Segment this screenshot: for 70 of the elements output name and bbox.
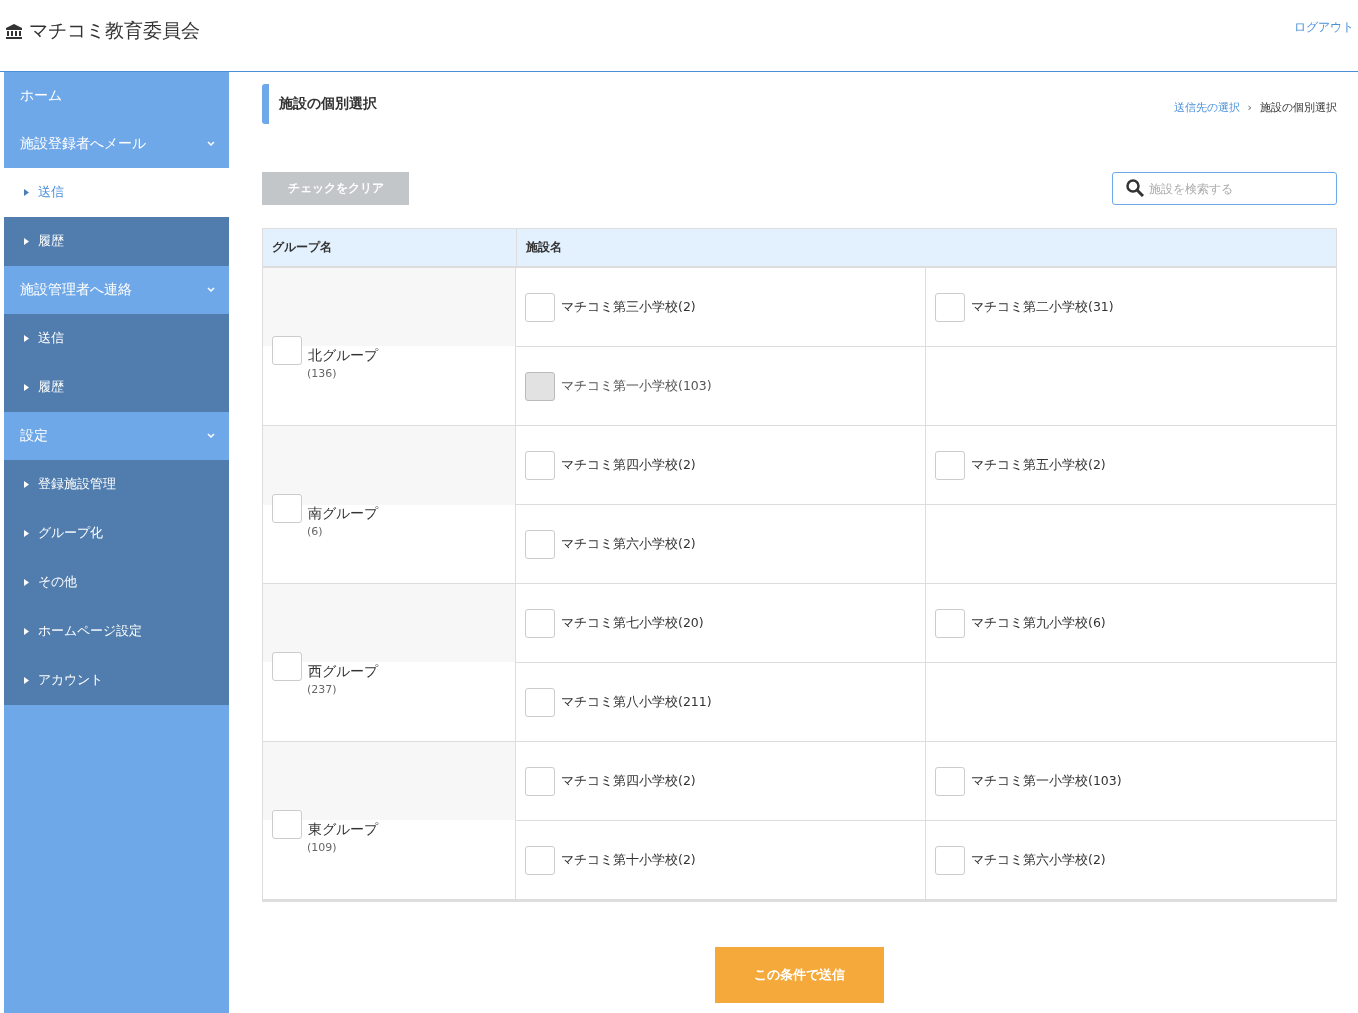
triangle-icon bbox=[24, 189, 29, 196]
breadcrumb-link[interactable]: 送信先の選択 bbox=[1173, 100, 1240, 115]
submit-button[interactable]: この条件で送信 bbox=[715, 947, 884, 1003]
checkbox[interactable] bbox=[935, 450, 965, 480]
sidebar-item[interactable]: その他 bbox=[4, 558, 229, 607]
checkbox[interactable] bbox=[272, 335, 302, 365]
sidebar-item[interactable]: グループ化 bbox=[4, 509, 229, 558]
facility-name: マチコミ第二小学校(31) bbox=[971, 298, 1114, 316]
triangle-icon bbox=[24, 481, 29, 488]
sidebar-item[interactable]: アカウント bbox=[4, 656, 229, 705]
triangle-icon bbox=[24, 530, 29, 537]
group-name: 南グループ bbox=[308, 504, 378, 523]
sidebar-item[interactable]: 送信 bbox=[4, 168, 229, 217]
checkbox[interactable] bbox=[935, 292, 965, 322]
facility-name: マチコミ第一小学校(103) bbox=[561, 377, 712, 395]
checkbox[interactable] bbox=[525, 292, 555, 322]
page-title: 施設の個別選択 bbox=[262, 84, 377, 124]
breadcrumb-current: 施設の個別選択 bbox=[1260, 100, 1337, 115]
facility-name: マチコミ第六小学校(2) bbox=[971, 851, 1106, 869]
triangle-icon bbox=[24, 335, 29, 342]
checkbox[interactable] bbox=[525, 450, 555, 480]
facility-name: マチコミ第九小学校(6) bbox=[971, 614, 1106, 632]
group-name: 西グループ bbox=[308, 662, 378, 681]
site-title: マチコミ教育委員会 bbox=[29, 18, 200, 43]
checkbox[interactable] bbox=[272, 809, 302, 839]
bank-icon bbox=[6, 23, 22, 39]
facility-name: マチコミ第一小学校(103) bbox=[971, 772, 1122, 790]
facility-name: マチコミ第三小学校(2) bbox=[561, 298, 696, 316]
chevron-icon bbox=[207, 287, 215, 293]
triangle-icon bbox=[24, 384, 29, 391]
group-count: (6) bbox=[307, 524, 324, 538]
checkbox[interactable] bbox=[525, 687, 555, 717]
chevron-icon bbox=[207, 141, 215, 147]
logout-link[interactable]: ログアウト bbox=[1294, 19, 1354, 36]
checkbox[interactable] bbox=[272, 493, 302, 523]
checkbox[interactable] bbox=[525, 529, 555, 559]
group-name: 東グループ bbox=[308, 820, 378, 839]
facility-name: マチコミ第四小学校(2) bbox=[561, 456, 696, 474]
checkbox[interactable] bbox=[525, 766, 555, 796]
facility-name: マチコミ第六小学校(2) bbox=[561, 535, 696, 553]
triangle-icon bbox=[24, 677, 29, 684]
group-count: (237) bbox=[307, 682, 338, 696]
facility-name: マチコミ第四小学校(2) bbox=[561, 772, 696, 790]
group-name: 北グループ bbox=[308, 346, 378, 365]
facility-name: マチコミ第五小学校(2) bbox=[971, 456, 1106, 474]
triangle-icon bbox=[24, 238, 29, 245]
sidebar-item[interactable]: 送信 bbox=[4, 314, 229, 363]
search-icon bbox=[1126, 179, 1144, 197]
sidebar-item[interactable]: 履歴 bbox=[4, 217, 229, 266]
facility-name: マチコミ第七小学校(20) bbox=[561, 614, 704, 632]
checkbox[interactable] bbox=[525, 608, 555, 638]
column-header: 施設名 bbox=[525, 239, 562, 256]
checkbox[interactable] bbox=[935, 845, 965, 875]
checkbox[interactable] bbox=[525, 845, 555, 875]
group-count: (109) bbox=[307, 840, 338, 854]
triangle-icon bbox=[24, 579, 29, 586]
sidebar-item[interactable]: ホームページ設定 bbox=[4, 607, 229, 656]
group-count: (136) bbox=[307, 366, 338, 380]
search-field[interactable]: 施設を検索する bbox=[1112, 172, 1337, 205]
triangle-icon bbox=[24, 628, 29, 635]
facility-name: マチコミ第十小学校(2) bbox=[561, 851, 696, 869]
checkbox[interactable] bbox=[272, 651, 302, 681]
breadcrumb-separator: › bbox=[1247, 101, 1252, 114]
sidebar-item[interactable]: 履歴 bbox=[4, 363, 229, 412]
sidebar-item[interactable]: 登録施設管理 bbox=[4, 460, 229, 509]
column-header: グループ名 bbox=[263, 229, 517, 266]
chevron-icon bbox=[207, 433, 215, 439]
facility-name: マチコミ第八小学校(211) bbox=[561, 693, 712, 711]
checkbox[interactable] bbox=[935, 608, 965, 638]
checkbox[interactable] bbox=[935, 766, 965, 796]
